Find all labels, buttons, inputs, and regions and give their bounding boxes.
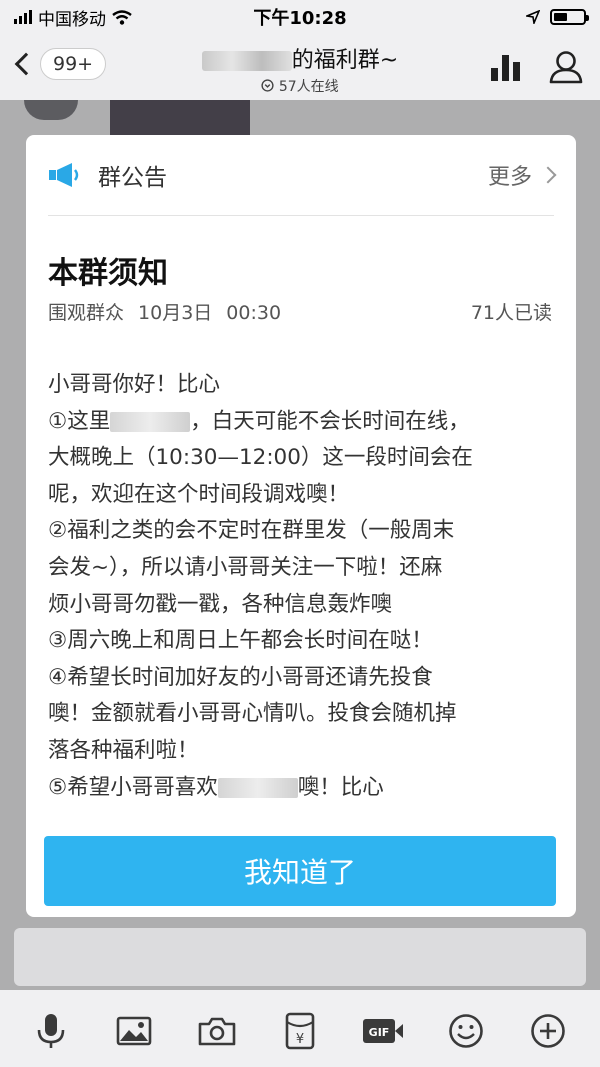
red-packet-button[interactable]: ¥ — [278, 1009, 322, 1053]
camera-icon — [198, 1017, 236, 1045]
gif-button[interactable]: GIF — [361, 1009, 405, 1053]
body-line: ④希望长时间加好友的小哥哥还请先投食 — [48, 664, 433, 690]
status-left: 中国移动 — [14, 5, 132, 30]
red-packet-icon: ¥ — [285, 1012, 315, 1049]
announcement-header-label: 群公告 — [98, 165, 167, 191]
chat-title-text: 的福利群~ — [291, 48, 399, 73]
nav-bar: 99+ 的福利群~ 57人在线 — [0, 34, 600, 100]
group-members-icon[interactable] — [546, 50, 586, 84]
signal-icon — [14, 10, 32, 24]
mic-icon — [38, 1013, 65, 1048]
announcement-header: 群公告 更多 — [26, 135, 576, 215]
author-name: 围观群众 — [48, 302, 125, 324]
announcement-meta: 围观群众 10月3日 00:30 71人已读 — [48, 298, 552, 325]
announcement-title: 本群须知 — [48, 256, 168, 291]
body-line: 落各种福利啦！ — [48, 737, 199, 763]
svg-text:GIF: GIF — [368, 1026, 389, 1039]
camera-button[interactable] — [195, 1009, 239, 1053]
megaphone-icon — [49, 163, 79, 187]
header-divider — [48, 215, 554, 216]
meta-left: 围观群众 10月3日 00:30 — [48, 298, 295, 325]
chat-title-block[interactable]: 的福利群~ 57人在线 — [150, 42, 450, 96]
chevron-right-icon — [539, 166, 557, 184]
body-line: 呢，欢迎在这个时间段调戏噢！ — [48, 481, 350, 507]
online-status: 57人在线 — [150, 76, 450, 96]
more-label: 更多 — [487, 165, 532, 190]
online-count: 57人在线 — [278, 79, 339, 95]
post-date: 10月3日 — [138, 302, 213, 324]
wifi-icon — [112, 9, 132, 25]
battery-icon — [550, 9, 589, 25]
emoji-icon — [448, 1013, 483, 1048]
plus-button[interactable] — [526, 1009, 570, 1053]
confirm-button[interactable]: 我知道了 — [44, 836, 556, 906]
body-line: 会发~），所以请小哥哥关注一下啦！还麻 — [48, 554, 443, 580]
body-line: ⑤希望小哥哥喜欢 噢！比心 — [48, 774, 384, 800]
status-right — [526, 9, 589, 25]
back-chevron-icon — [14, 52, 38, 76]
body-line: ③周六晚上和周日上午都会长时间在哒！ — [48, 628, 433, 654]
chat-toolbar: ¥ GIF — [0, 994, 600, 1067]
body-line: ①这里 ，白天可能不会长时间在线， — [48, 408, 470, 434]
plus-icon — [531, 1013, 566, 1048]
carrier-label: 中国移动 — [38, 9, 106, 30]
image-button[interactable] — [112, 1009, 156, 1053]
announcement-body: 小哥哥你好！比心 ①这里 ，白天可能不会长时间在线， 大概晚上（10:30—12:… — [48, 367, 554, 806]
blurred-name — [201, 51, 292, 71]
emoji-button[interactable] — [444, 1009, 488, 1053]
more-link[interactable]: 更多 — [487, 159, 557, 191]
location-arrow-icon — [526, 10, 540, 24]
body-line: ②福利之类的会不定时在群里发（一般周末 — [48, 518, 455, 544]
svg-text:¥: ¥ — [296, 1032, 304, 1047]
online-clock-icon — [261, 79, 274, 92]
mic-button[interactable] — [29, 1009, 73, 1053]
nav-actions — [490, 50, 586, 84]
post-time: 00:30 — [226, 302, 282, 324]
chat-title: 的福利群~ — [150, 42, 450, 74]
body-line: 小哥哥你好！比心 — [48, 372, 221, 397]
blurred-text — [110, 411, 191, 432]
gif-icon: GIF — [362, 1018, 403, 1043]
back-button[interactable]: 99+ — [10, 48, 107, 80]
announcement-dialog: 群公告 更多 本群须知 围观群众 10月3日 00:30 71人已读 小哥哥你好！比… — [26, 135, 576, 917]
status-bar: 中国移动 下午10:28 — [0, 0, 600, 34]
read-count[interactable]: 71人已读 — [471, 298, 552, 325]
body-line: 大概晚上（10:30—12:00）这一段时间会在 — [48, 445, 473, 471]
body-line: 烦小哥哥勿戳一戳，各种信息轰炸噢 — [48, 591, 393, 617]
image-icon — [116, 1016, 152, 1045]
blurred-text — [217, 777, 298, 798]
message-input[interactable] — [14, 928, 586, 986]
body-line: 噢！金额就看小哥哥心情叭。投食会随机掉 — [48, 701, 457, 727]
group-stats-icon[interactable] — [490, 52, 522, 82]
unread-badge: 99+ — [40, 48, 107, 80]
